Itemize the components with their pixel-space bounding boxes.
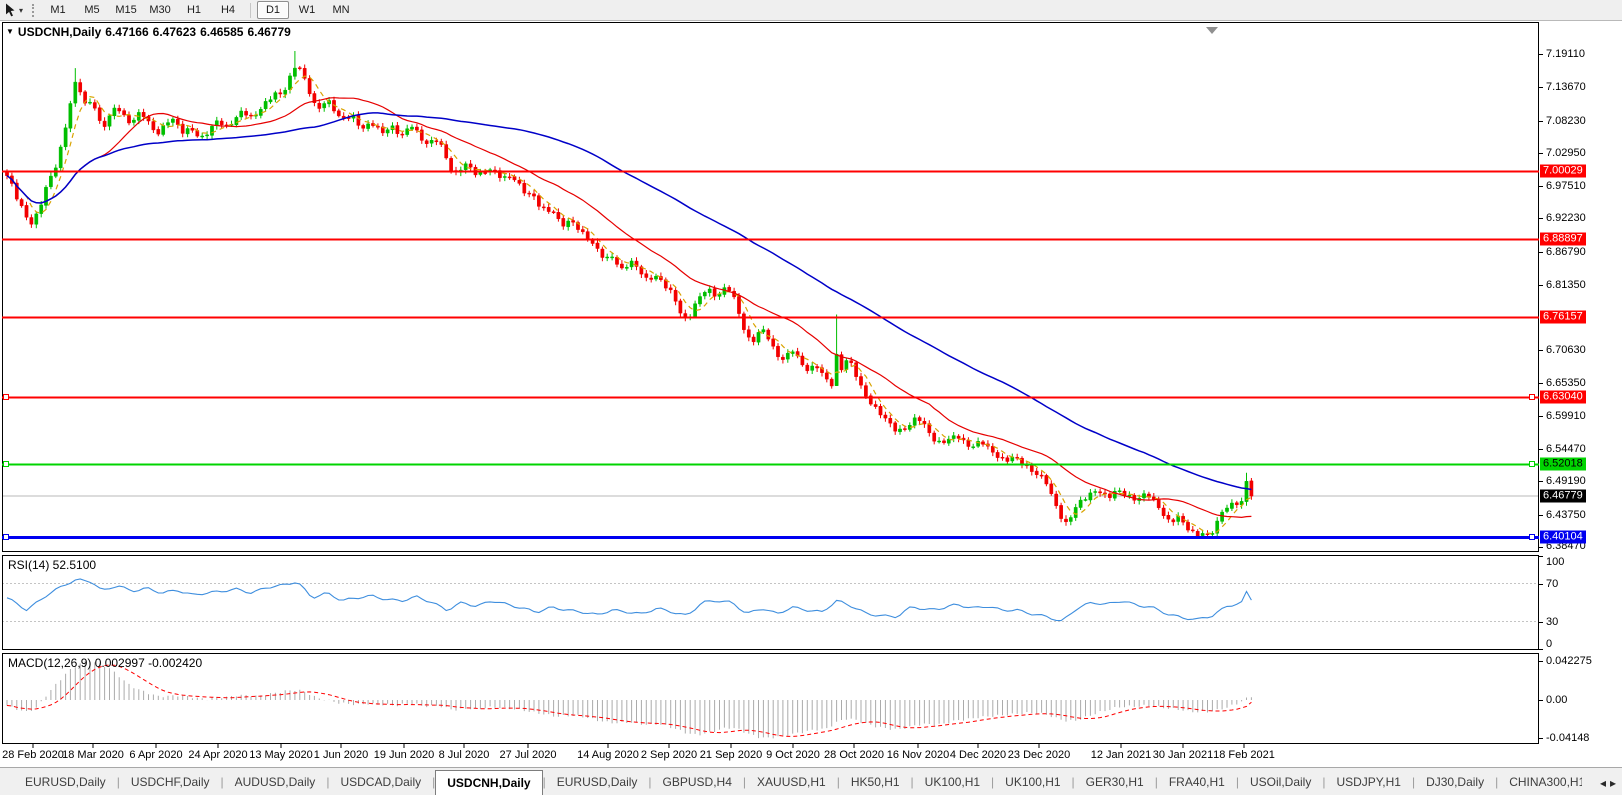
tab-hk50-h1[interactable]: HK50,H1 bbox=[840, 768, 911, 795]
mt4-window: ▾ M1M5M15M30H1H4D1W1MN ▼ USDCNH,Daily 6.… bbox=[0, 0, 1622, 795]
macd-pane[interactable] bbox=[3, 654, 1539, 744]
tab-usdchf-daily[interactable]: USDCHF,Daily bbox=[120, 768, 221, 795]
hline-handle bbox=[4, 395, 9, 400]
tab-usoil-daily[interactable]: USOil,Daily bbox=[1239, 768, 1322, 795]
tab-dj30-daily[interactable]: DJ30,Daily bbox=[1415, 768, 1495, 795]
tab-usdcnh-daily[interactable]: USDCNH,Daily bbox=[435, 770, 542, 795]
tab-ger30-h1[interactable]: GER30,H1 bbox=[1075, 768, 1155, 795]
chart-tabs-bar: EURUSD,Daily|USDCHF,Daily|AUDUSD,Daily|U… bbox=[0, 767, 1622, 795]
tab-gbpusd-h4[interactable]: GBPUSD,H4 bbox=[652, 768, 743, 795]
tab-xauusd-h1[interactable]: XAUUSD,H1 bbox=[746, 768, 837, 795]
tab-usdcad-daily[interactable]: USDCAD,Daily bbox=[329, 768, 432, 795]
tab-fra40-h1[interactable]: FRA40,H1 bbox=[1158, 768, 1236, 795]
tab-scroll-left-icon[interactable]: ◂ bbox=[1600, 776, 1606, 790]
tab-audusd-daily[interactable]: AUDUSD,Daily bbox=[224, 768, 327, 795]
chart-canvas[interactable] bbox=[0, 0, 1622, 767]
date-tick-marks bbox=[33, 744, 1244, 748]
hline-handle bbox=[4, 535, 9, 540]
hline-handle bbox=[1530, 462, 1535, 467]
tab-scroll-right-icon[interactable]: ▸ bbox=[1610, 776, 1616, 790]
tab-uk100-h1[interactable]: UK100,H1 bbox=[994, 768, 1071, 795]
main-pane[interactable] bbox=[3, 23, 1539, 552]
tab-eurusd-daily[interactable]: EURUSD,Daily bbox=[546, 768, 649, 795]
tab-usdjpy-h1[interactable]: USDJPY,H1 bbox=[1325, 768, 1411, 795]
tab-eurusd-daily[interactable]: EURUSD,Daily bbox=[14, 768, 117, 795]
hline-handle bbox=[4, 462, 9, 467]
hline-handle bbox=[1530, 535, 1535, 540]
hline-handle bbox=[1530, 395, 1535, 400]
rsi-pane[interactable] bbox=[3, 556, 1539, 650]
tab-uk100-h1[interactable]: UK100,H1 bbox=[914, 768, 991, 795]
tab-scroll-buttons: ◂▸ bbox=[1582, 769, 1622, 795]
